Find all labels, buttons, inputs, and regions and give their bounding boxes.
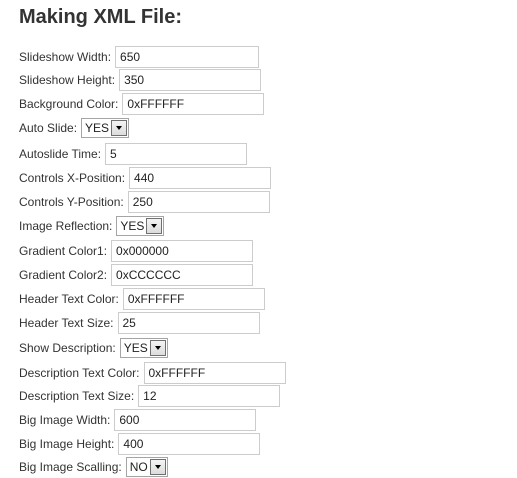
controls-x-row: Controls X-Position:	[19, 167, 272, 189]
header-text-size-input[interactable]	[117, 312, 260, 334]
description-text-size-row: Description Text Size:	[19, 385, 281, 407]
header-text-size-row: Header Text Size:	[19, 312, 260, 334]
show-description-label: Show Description:	[19, 341, 116, 355]
background-color-row: Background Color:	[19, 93, 265, 115]
big-image-height-input[interactable]	[118, 433, 261, 455]
image-reflection-value: YES	[120, 219, 145, 233]
big-image-height-row: Big Image Height:	[19, 433, 261, 455]
auto-slide-value: YES	[85, 121, 110, 135]
description-text-color-row: Description Text Color:	[19, 362, 286, 384]
chevron-down-icon[interactable]	[111, 120, 128, 136]
autoslide-time-row: Autoslide Time:	[19, 143, 248, 165]
gradient-color2-input[interactable]	[111, 264, 254, 286]
slideshow-width-label: Slideshow Width:	[19, 50, 112, 64]
chevron-down-icon[interactable]	[149, 340, 166, 356]
big-image-scaling-select[interactable]: NO	[125, 457, 168, 477]
header-text-size-label: Header Text Size:	[19, 316, 114, 330]
big-image-scaling-value: NO	[129, 460, 148, 474]
slideshow-height-label: Slideshow Height:	[19, 73, 116, 87]
auto-slide-label: Auto Slide:	[19, 121, 78, 135]
image-reflection-row: Image Reflection: YES	[19, 215, 165, 237]
slideshow-height-row: Slideshow Height:	[19, 69, 262, 91]
show-description-select[interactable]: YES	[119, 338, 168, 358]
show-description-row: Show Description: YES	[19, 337, 168, 359]
auto-slide-select[interactable]: YES	[81, 118, 130, 138]
gradient-color1-row: Gradient Color1:	[19, 240, 254, 262]
show-description-value: YES	[123, 341, 148, 355]
controls-y-row: Controls Y-Position:	[19, 191, 270, 213]
description-text-color-input[interactable]	[143, 362, 286, 384]
background-color-label: Background Color:	[19, 97, 119, 111]
description-text-size-label: Description Text Size:	[19, 389, 135, 403]
gradient-color1-input[interactable]	[111, 240, 254, 262]
gradient-color2-row: Gradient Color2:	[19, 264, 254, 286]
description-text-size-input[interactable]	[138, 385, 281, 407]
big-image-width-label: Big Image Width:	[19, 413, 111, 427]
gradient-color2-label: Gradient Color2:	[19, 268, 108, 282]
slideshow-width-input[interactable]	[115, 46, 260, 68]
chevron-down-icon[interactable]	[149, 459, 166, 475]
big-image-width-input[interactable]	[114, 409, 257, 431]
autoslide-time-input[interactable]	[105, 143, 248, 165]
controls-y-input[interactable]	[127, 191, 270, 213]
description-text-color-label: Description Text Color:	[19, 366, 140, 380]
controls-y-label: Controls Y-Position:	[19, 195, 124, 209]
big-image-width-row: Big Image Width:	[19, 409, 257, 431]
big-image-height-label: Big Image Height:	[19, 437, 115, 451]
chevron-down-icon[interactable]	[146, 218, 163, 234]
gradient-color1-label: Gradient Color1:	[19, 244, 108, 258]
page-title: Making XML File:	[19, 6, 182, 28]
controls-x-label: Controls X-Position:	[19, 171, 126, 185]
autoslide-time-label: Autoslide Time:	[19, 147, 102, 161]
image-reflection-label: Image Reflection:	[19, 219, 113, 233]
image-reflection-select[interactable]: YES	[116, 216, 165, 236]
header-text-color-label: Header Text Color:	[19, 292, 119, 306]
auto-slide-row: Auto Slide: YES	[19, 117, 130, 139]
big-image-scaling-row: Big Image Scalling: NO	[19, 456, 168, 478]
background-color-input[interactable]	[122, 93, 265, 115]
header-text-color-input[interactable]	[122, 288, 265, 310]
controls-x-input[interactable]	[129, 167, 272, 189]
slideshow-height-input[interactable]	[119, 69, 262, 91]
header-text-color-row: Header Text Color:	[19, 288, 265, 310]
big-image-scaling-label: Big Image Scalling:	[19, 460, 122, 474]
slideshow-width-row: Slideshow Width:	[19, 46, 260, 68]
